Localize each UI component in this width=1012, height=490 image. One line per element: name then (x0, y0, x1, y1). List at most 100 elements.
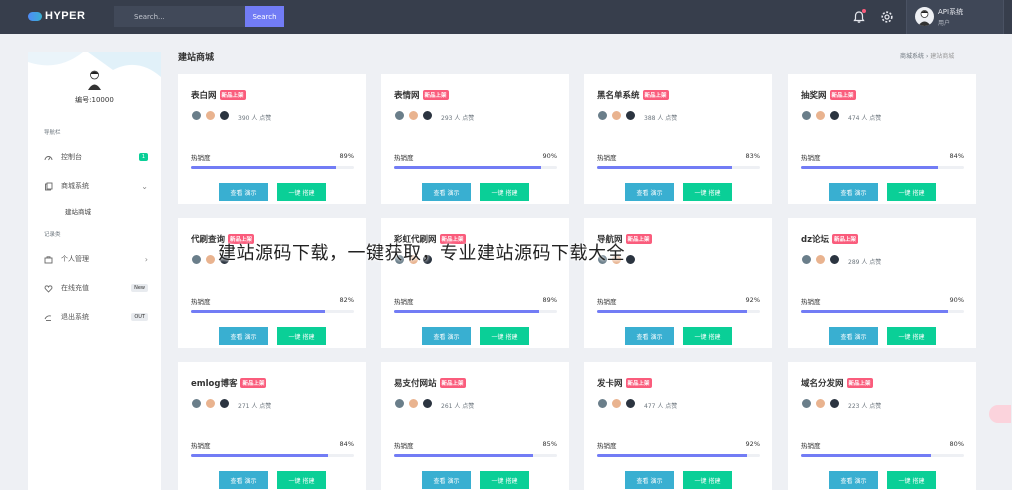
sidebar: 编号:10000 导航栏 控制台 1 商城系统 ⌄ 建站商城 记录类 个人管理 … (28, 52, 161, 490)
hot-percent: 84% (339, 440, 354, 448)
sidebar-item-dashboard[interactable]: 控制台 1 (44, 150, 148, 164)
liker-avatars (801, 398, 843, 409)
product-card: 表白网 新品上架 390 人 点赞 热销度 89% 查看 演示 一键 搭建 (178, 74, 366, 204)
progress-fill (394, 166, 541, 169)
view-demo-button[interactable]: 查看 演示 (219, 471, 268, 489)
sidebar-item-logout[interactable]: 退出系统 OUT (44, 310, 148, 324)
user-avatar-icon (205, 254, 216, 265)
one-click-build-button[interactable]: 一键 搭建 (480, 183, 529, 201)
user-avatar-icon (597, 110, 608, 121)
one-click-build-button[interactable]: 一键 搭建 (683, 471, 732, 489)
card-title: emlog博客 (191, 379, 238, 389)
liker-avatars (394, 110, 436, 121)
profile-avatar-icon[interactable] (86, 68, 103, 90)
hot-percent: 92% (745, 440, 760, 448)
view-demo-button[interactable]: 查看 演示 (219, 183, 268, 201)
hot-progress-bar (191, 454, 354, 457)
hot-progress-bar (394, 310, 557, 313)
view-demo-button[interactable]: 查看 演示 (829, 183, 878, 201)
shop-icon (45, 182, 53, 190)
hot-progress-bar (801, 454, 964, 457)
sidebar-subitem-site-shop[interactable]: 建站商城 (65, 206, 91, 216)
product-card: dz论坛 新品上架 289 人 点赞 热销度 90% 查看 演示 一键 搭建 (788, 218, 976, 348)
like-count: 223 人 点赞 (848, 403, 882, 410)
one-click-build-button[interactable]: 一键 搭建 (480, 327, 529, 345)
user-avatar-icon (829, 398, 840, 409)
status-badge: OUT (131, 313, 148, 321)
floating-helper-button[interactable] (989, 405, 1011, 423)
progress-fill (191, 166, 337, 169)
hot-percent: 92% (745, 296, 760, 304)
product-card: 发卡网 新品上架 477 人 点赞 热销度 92% 查看 演示 一键 搭建 (584, 362, 772, 490)
hot-percent: 82% (339, 296, 354, 304)
one-click-build-button[interactable]: 一键 搭建 (887, 471, 936, 489)
view-demo-button[interactable]: 查看 演示 (829, 327, 878, 345)
notification-bell-icon[interactable] (852, 9, 866, 24)
user-avatar-icon (829, 110, 840, 121)
one-click-build-button[interactable]: 一键 搭建 (887, 327, 936, 345)
sidebar-item-recharge[interactable]: 在线充值 New (44, 281, 148, 295)
user-avatar-icon (219, 398, 230, 409)
user-menu[interactable]: API系统 用户 (906, 0, 1004, 34)
hot-percent: 83% (745, 152, 760, 160)
like-count: 388 人 点赞 (644, 115, 678, 122)
card-title: 黑名单系统 (597, 91, 640, 101)
user-avatar-icon (219, 110, 230, 121)
one-click-build-button[interactable]: 一键 搭建 (887, 183, 936, 201)
card-title-row: 域名分发网 新品上架 (801, 377, 873, 389)
one-click-build-button[interactable]: 一键 搭建 (480, 471, 529, 489)
view-demo-button[interactable]: 查看 演示 (219, 327, 268, 345)
card-title-row: 发卡网 新品上架 (597, 377, 652, 389)
view-demo-button[interactable]: 查看 演示 (625, 327, 674, 345)
view-demo-button[interactable]: 查看 演示 (625, 471, 674, 489)
liker-avatars (801, 110, 843, 121)
user-name: API系统 (938, 8, 964, 16)
new-badge: 新品上架 (625, 378, 652, 388)
hot-label: 热销度 (801, 154, 821, 162)
one-click-build-button[interactable]: 一键 搭建 (277, 183, 326, 201)
view-demo-button[interactable]: 查看 演示 (422, 183, 471, 201)
like-count: 293 人 点赞 (441, 115, 475, 122)
liker-avatars (191, 398, 233, 409)
breadcrumb-current: 建站商城 (930, 53, 955, 60)
one-click-build-button[interactable]: 一键 搭建 (683, 327, 732, 345)
view-demo-button[interactable]: 查看 演示 (625, 183, 674, 201)
one-click-build-button[interactable]: 一键 搭建 (277, 471, 326, 489)
new-badge: 新品上架 (439, 378, 466, 388)
card-title-row: 表情网 新品上架 (394, 89, 449, 101)
view-demo-button[interactable]: 查看 演示 (422, 471, 471, 489)
hot-label: 热销度 (191, 298, 211, 306)
heart-icon (44, 284, 53, 293)
user-avatar-icon (422, 110, 433, 121)
search-input[interactable] (114, 6, 245, 27)
breadcrumb: 商城系统 › 建站商城 (900, 51, 954, 60)
view-demo-button[interactable]: 查看 演示 (422, 327, 471, 345)
progress-fill (597, 454, 747, 457)
sidebar-item-shop[interactable]: 商城系统 ⌄ (44, 179, 148, 193)
search-bar: Search (114, 6, 284, 27)
hot-progress-bar (394, 454, 557, 457)
chevron-right-icon: › (144, 254, 148, 264)
view-demo-button[interactable]: 查看 演示 (829, 471, 878, 489)
user-avatar-icon (625, 254, 636, 265)
settings-gear-icon[interactable] (880, 10, 894, 24)
one-click-build-button[interactable]: 一键 搭建 (683, 183, 732, 201)
product-card: 黑名单系统 新品上架 388 人 点赞 热销度 83% 查看 演示 一键 搭建 (584, 74, 772, 204)
hot-label: 热销度 (597, 154, 617, 162)
progress-fill (191, 310, 325, 313)
card-title: dz论坛 (801, 235, 830, 245)
progress-fill (801, 454, 932, 457)
search-button[interactable]: Search (245, 6, 284, 27)
hot-label: 热销度 (191, 154, 211, 162)
sidebar-item-personal[interactable]: 个人管理 › (44, 252, 148, 266)
app-logo[interactable]: HYPER (28, 10, 85, 22)
user-avatar-icon (611, 110, 622, 121)
user-avatar-icon (801, 110, 812, 121)
breadcrumb-item[interactable]: 商城系统 (900, 53, 924, 60)
product-card: 代刷查询 新品上架 热销度 82% 查看 演示 一键 搭建 (178, 218, 366, 348)
user-avatar-icon (205, 398, 216, 409)
like-count: 474 人 点赞 (848, 115, 882, 122)
one-click-build-button[interactable]: 一键 搭建 (277, 327, 326, 345)
product-card: 域名分发网 新品上架 223 人 点赞 热销度 80% 查看 演示 一键 搭建 (788, 362, 976, 490)
card-title-row: 抽奖网 新品上架 (801, 89, 856, 101)
